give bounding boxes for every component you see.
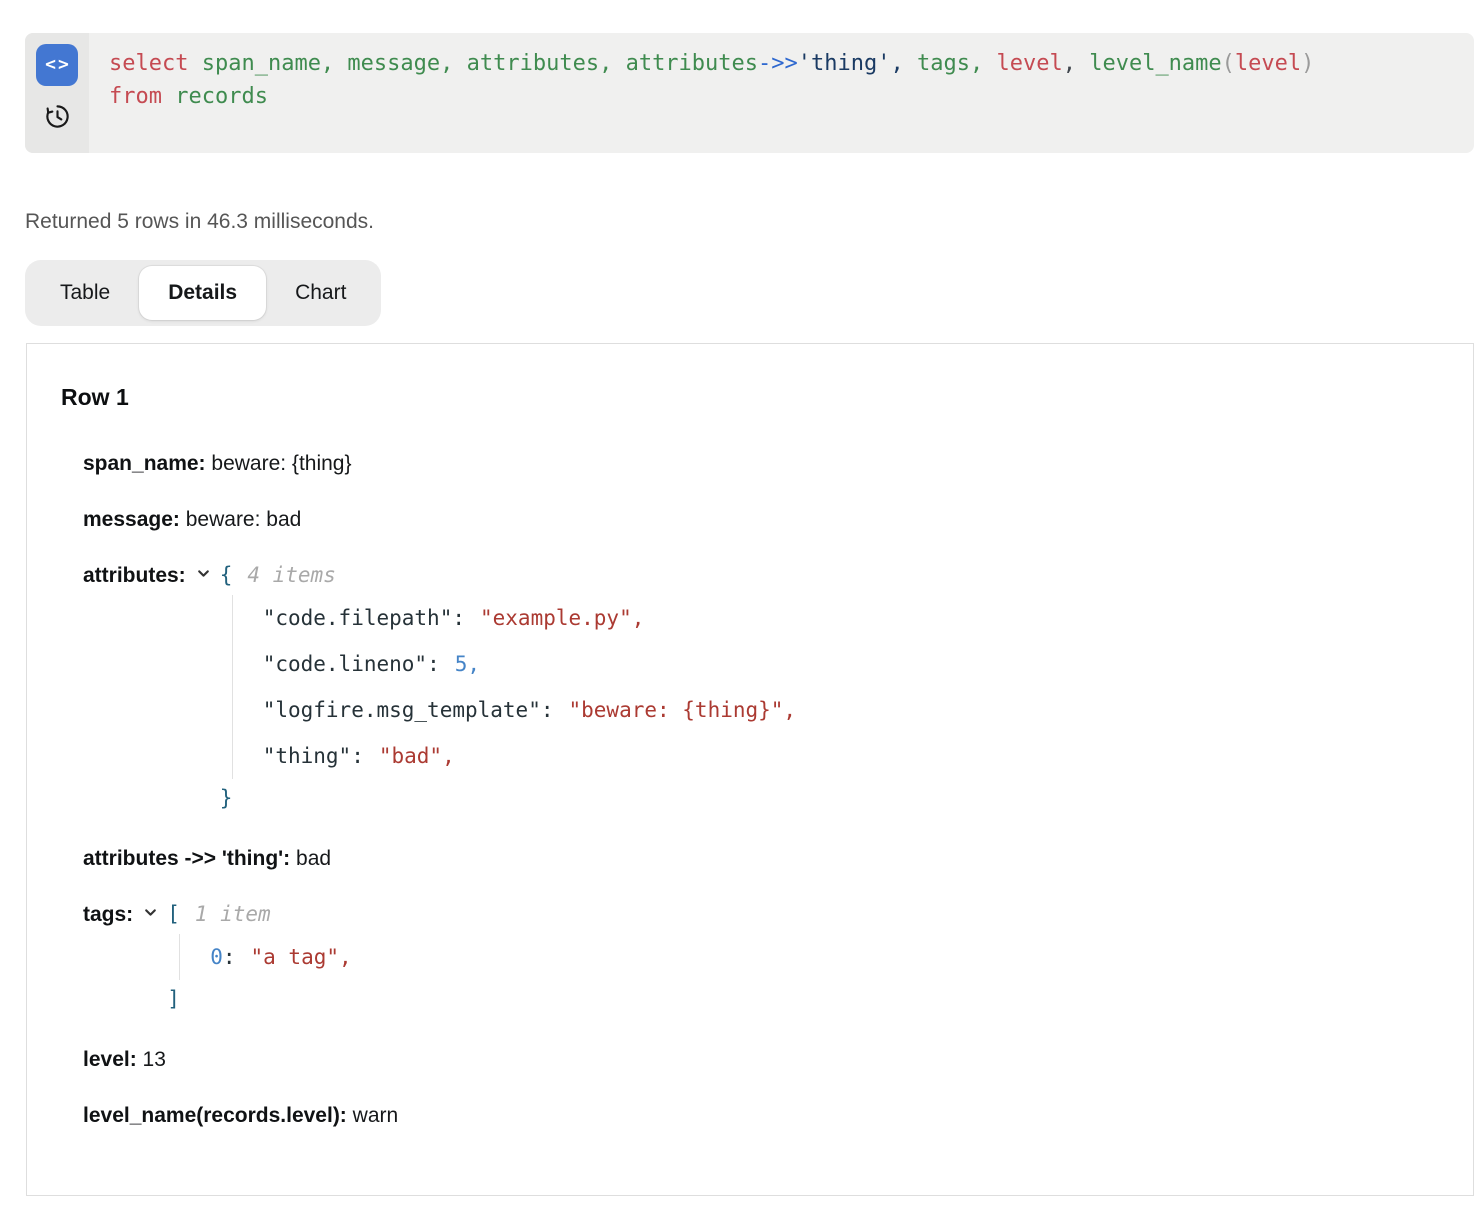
sql-token: select [109,51,188,76]
field-label: level: [83,1048,137,1071]
json-key: "code.lineno" [263,652,427,676]
sql-line: from records [109,80,1454,113]
sql-token: ( [1222,51,1235,76]
json-value: 5, [455,652,480,676]
json-viewer: {4 items"code.filepath":"example.py","co… [220,561,796,817]
field-label: attributes ->> 'thing': [83,847,290,870]
json-body: "code.filepath": "example.py", "code.linen… [232,595,796,779]
json-close-bracket: ] [167,987,180,1011]
field-row: level: 13 [83,1045,1433,1074]
field-label: message: [83,508,180,531]
row-title: Row 1 [61,384,1433,411]
sql-token: from [109,84,162,109]
tab-chart[interactable]: Chart [266,266,375,320]
sql-token: level [1235,51,1301,76]
field-label: attributes: [83,564,186,587]
json-close-bracket: } [220,786,233,810]
details-panel: Row 1 span_name: beware: {thing} message:… [26,343,1474,1196]
json-items-summary: 1 item [195,902,271,926]
field-row: attributes: {4 items "code.filepath": "exam… [83,561,1433,817]
tab-details[interactable]: Details [139,266,266,320]
field-value: beware: {thing} [211,452,351,475]
query-status: Returned 5 rows in 46.3 milliseconds. [25,210,1474,234]
chevron-down-icon[interactable] [196,566,211,581]
sql-token: level [983,51,1062,76]
json-colon: : [427,652,440,676]
sql-line: select span_name, message, attributes, a… [109,47,1454,80]
json-close-line: } [220,779,796,817]
field-value: beware: bad [186,508,302,531]
field-value: 13 [143,1048,166,1071]
json-items-summary: 4 items [247,563,336,587]
sql-token: , [1063,51,1076,76]
sql-token: 'thing' [798,51,891,76]
sql-token: ) [1301,51,1314,76]
field-row: tags: [1 item 0: "a tag",] [83,900,1433,1018]
sql-editor[interactable]: select span_name, message, attributes, a… [89,33,1474,153]
json-colon: : [351,744,364,768]
chevron-down-icon[interactable] [143,905,158,920]
json-key: 0 [210,945,223,969]
json-value: "a tag", [251,945,352,969]
json-entry: "code.filepath": "example.py", [263,595,796,641]
field-label: level_name(records.level): [83,1104,347,1127]
json-value: "example.py", [480,606,644,630]
json-open-line: [1 item [167,900,351,929]
row-fields: span_name: beware: {thing} message: bewar… [83,449,1433,1130]
sql-query-block: <> select span_name, message, attributes… [25,33,1474,153]
json-entry: "code.lineno":5, [263,641,796,687]
field-row: level_name(records.level): warn [83,1101,1433,1130]
field-row: attributes ->> 'thing': bad [83,844,1433,873]
field-value: warn [353,1104,399,1127]
query-gutter: <> [25,33,89,153]
field-row: message: beware: bad [83,505,1433,534]
json-colon: : [223,945,236,969]
history-button[interactable] [44,103,71,130]
run-query-button[interactable]: <> [36,44,78,86]
json-colon: : [452,606,465,630]
json-key: "code.filepath" [263,606,453,630]
json-close-line: ] [167,980,351,1018]
field-label: tags: [83,903,133,926]
json-viewer: [1 item 0: "a tag",] [167,900,351,1018]
json-open-bracket: [ [167,902,180,926]
json-key: "logfire.msg_template" [263,698,541,722]
field-row: span_name: beware: {thing} [83,449,1433,478]
json-open-line: {4 items [220,561,796,590]
json-open-bracket: { [220,563,233,587]
field-label: span_name: [83,452,206,475]
result-view-tabs: TableDetailsChart [25,260,381,326]
field-value: bad [296,847,331,870]
tab-table[interactable]: Table [31,266,139,320]
json-key: "thing" [263,744,352,768]
sql-token: , [891,51,904,76]
sql-token: records [162,84,268,109]
json-value: "beware: {thing}", [569,698,797,722]
json-body: 0: "a tag", [179,934,351,980]
sql-token: level_name [1076,51,1222,76]
json-colon: : [541,698,554,722]
json-entry: 0: "a tag", [210,934,351,980]
sql-token: span_name, message, attributes, attribut… [188,51,758,76]
sql-token: tags, [904,51,983,76]
json-value: "bad", [379,744,455,768]
sql-token: ->> [758,51,798,76]
code-icon: <> [45,54,71,75]
json-entry: "logfire.msg_template": "beware: {thing}"… [263,687,796,733]
json-entry: "thing": "bad", [263,733,796,779]
history-icon [44,118,71,133]
